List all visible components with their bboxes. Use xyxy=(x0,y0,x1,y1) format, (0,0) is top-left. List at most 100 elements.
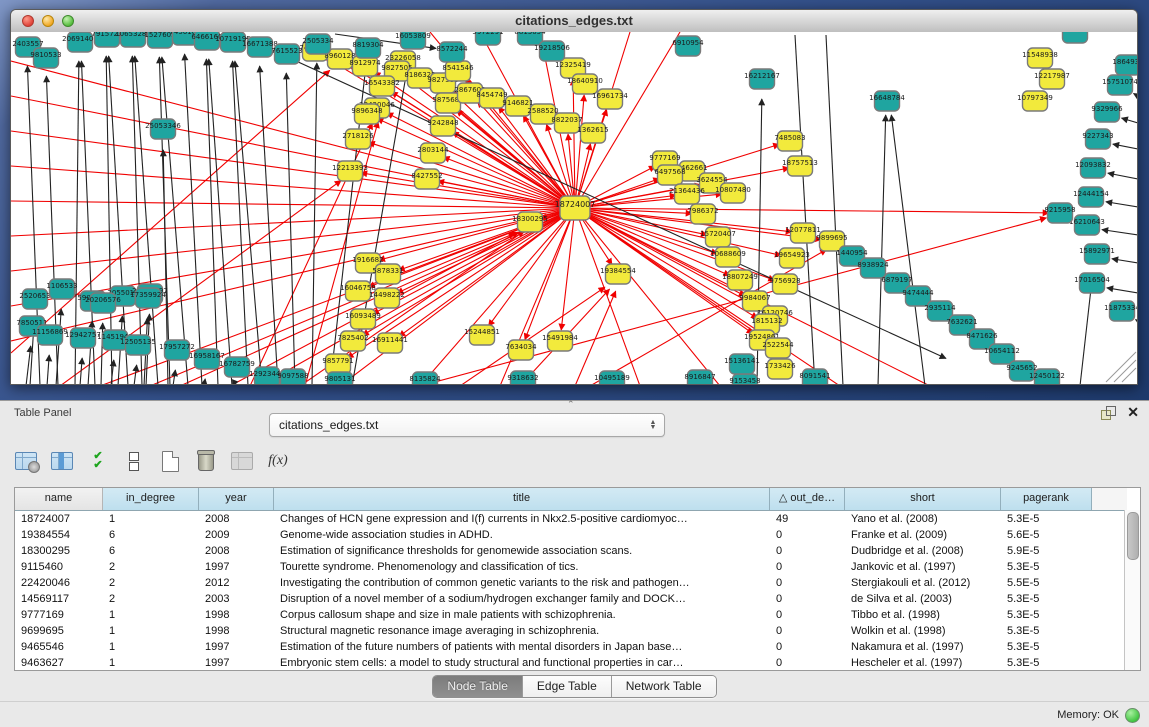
network-node[interactable]: 16212167 xyxy=(744,69,780,89)
row-options-icon[interactable] xyxy=(122,449,146,473)
network-edge[interactable] xyxy=(134,365,137,385)
network-node[interactable]: 8572244 xyxy=(436,42,468,62)
network-node[interactable]: 2522544 xyxy=(762,338,794,358)
network-node[interactable]: 18300295 xyxy=(512,212,548,232)
network-node[interactable]: 10807480 xyxy=(715,183,751,203)
network-node[interactable]: 15751074 xyxy=(1102,75,1138,95)
network-node[interactable]: 9756928 xyxy=(769,274,800,294)
network-edge[interactable] xyxy=(452,132,575,208)
network-node[interactable]: 5972291 xyxy=(472,32,503,45)
network-node[interactable]: 1554908 xyxy=(1059,32,1090,43)
network-node[interactable]: 8215958 xyxy=(1044,203,1075,223)
network-node[interactable]: 8819304 xyxy=(352,38,384,58)
network-node[interactable]: 9318632 xyxy=(507,371,538,385)
network-node[interactable]: 12450122 xyxy=(1029,369,1065,385)
table-row[interactable]: 2242004622012Investigating the contribut… xyxy=(15,575,1140,591)
network-node[interactable]: 8427552 xyxy=(411,169,442,189)
function-builder-icon[interactable]: f(x) xyxy=(266,449,290,473)
network-edge[interactable] xyxy=(1108,173,1138,179)
network-node[interactable]: 12505135 xyxy=(120,335,156,355)
network-node[interactable]: 1106533 xyxy=(46,279,77,299)
table-row[interactable]: 977716911998Corpus callosum shape and si… xyxy=(15,607,1140,623)
network-node[interactable]: 16911441 xyxy=(372,333,408,353)
column-header-pagerank[interactable]: pagerank xyxy=(1001,488,1092,510)
network-node[interactable]: 17359924 xyxy=(130,288,166,308)
network-node[interactable]: 1733426 xyxy=(764,359,796,379)
network-node[interactable]: 15491984 xyxy=(542,331,578,351)
table-row[interactable]: 911546021997Tourette syndrome. Phenomeno… xyxy=(15,559,1140,575)
network-node[interactable]: 8091541 xyxy=(799,369,830,385)
network-edge[interactable] xyxy=(420,208,575,385)
network-edge[interactable] xyxy=(575,208,640,385)
network-node[interactable]: 7634034 xyxy=(505,340,537,360)
network-edge[interactable] xyxy=(286,73,295,385)
network-node[interactable]: 16210643 xyxy=(1069,215,1105,235)
network-node[interactable]: 7485083 xyxy=(774,131,805,151)
network-edge[interactable] xyxy=(891,115,925,385)
network-edge[interactable] xyxy=(1107,288,1138,293)
network-node[interactable]: 10797349 xyxy=(1017,91,1053,111)
network-edge[interactable] xyxy=(185,54,202,385)
network-node[interactable]: 18724007 xyxy=(555,196,596,220)
network-node[interactable]: 11548938 xyxy=(1022,48,1058,68)
network-edge[interactable] xyxy=(11,61,575,208)
network-node[interactable]: 9896348 xyxy=(351,104,382,124)
network-edge[interactable] xyxy=(575,208,1049,213)
network-node[interactable]: 12217987 xyxy=(1034,69,1070,89)
network-node[interactable]: 9329966 xyxy=(1091,102,1123,122)
network-edge[interactable] xyxy=(312,63,317,385)
column-header-short[interactable]: short xyxy=(845,488,1001,510)
resize-grip[interactable] xyxy=(1106,352,1136,382)
network-node[interactable]: 16961734 xyxy=(592,89,628,109)
network-node[interactable]: 8938924 xyxy=(857,258,889,278)
network-node[interactable]: 6910954 xyxy=(672,36,704,56)
network-node[interactable]: 10495189 xyxy=(594,371,630,385)
table-selector-dropdown[interactable]: citations_edges.txt ▲▼ xyxy=(269,413,665,437)
network-node[interactable]: 15892971 xyxy=(1079,244,1115,264)
scrollbar-thumb[interactable] xyxy=(1127,512,1139,560)
network-node[interactable]: 12444154 xyxy=(1073,187,1109,207)
network-node[interactable]: 2505334 xyxy=(302,34,334,54)
network-edge[interactable] xyxy=(1106,202,1138,207)
network-node[interactable]: 12093832 xyxy=(1075,158,1111,178)
network-node[interactable]: 18757513 xyxy=(782,156,818,176)
network-edge[interactable] xyxy=(826,35,843,385)
network-node[interactable]: 18807249 xyxy=(722,270,758,290)
new-table-icon[interactable] xyxy=(158,449,182,473)
network-node[interactable]: 16648784 xyxy=(869,91,905,111)
network-node[interactable]: 12213393 xyxy=(332,161,368,181)
tab-network-table[interactable]: Network Table xyxy=(612,676,716,697)
network-node[interactable]: 2718126 xyxy=(342,129,374,149)
network-view-window[interactable]: citations_edges.txt 18724007746382289601… xyxy=(10,9,1138,385)
vertical-scrollbar[interactable] xyxy=(1124,510,1140,670)
column-header-name[interactable]: name xyxy=(15,488,103,510)
table-row[interactable]: 1456911722003Disruption of a novel membe… xyxy=(15,591,1140,607)
network-node[interactable]: 12077811 xyxy=(785,223,821,243)
network-node[interactable]: 25053346 xyxy=(145,119,181,139)
network-edge[interactable] xyxy=(233,61,248,385)
network-node[interactable]: 19654923 xyxy=(774,248,810,268)
network-node[interactable]: 16543382 xyxy=(364,76,400,96)
network-node[interactable]: 7986372 xyxy=(687,204,718,224)
network-node[interactable]: 15136141 xyxy=(724,354,760,374)
show-columns-icon[interactable] xyxy=(50,449,74,473)
table-row[interactable]: 946554611997Estimation of the future num… xyxy=(15,639,1140,655)
network-edge[interactable] xyxy=(1112,259,1138,263)
network-node[interactable]: 7825402 xyxy=(337,331,368,351)
network-edge[interactable] xyxy=(1113,144,1138,149)
network-edge[interactable] xyxy=(575,208,781,256)
network-node[interactable]: 1864933 xyxy=(1112,55,1138,75)
column-header-out_de…[interactable]: △ out_de… xyxy=(770,488,845,510)
network-node[interactable]: 7615523 xyxy=(271,44,302,64)
network-node[interactable]: 6497568 xyxy=(654,165,685,185)
network-node[interactable]: 9805131 xyxy=(324,372,355,385)
network-node[interactable]: 11875334 xyxy=(1104,301,1138,321)
table-row[interactable]: 1938455462009Genome-wide association stu… xyxy=(15,527,1140,543)
network-node[interactable]: 9097588 xyxy=(277,369,308,385)
network-edge[interactable] xyxy=(204,379,205,385)
network-edge[interactable] xyxy=(1136,320,1138,321)
network-node[interactable]: 15244851 xyxy=(464,325,500,345)
network-node[interactable]: 5878331 xyxy=(372,264,403,284)
network-node[interactable]: 11156869 xyxy=(32,325,68,345)
network-node[interactable]: 9810533 xyxy=(30,48,61,68)
